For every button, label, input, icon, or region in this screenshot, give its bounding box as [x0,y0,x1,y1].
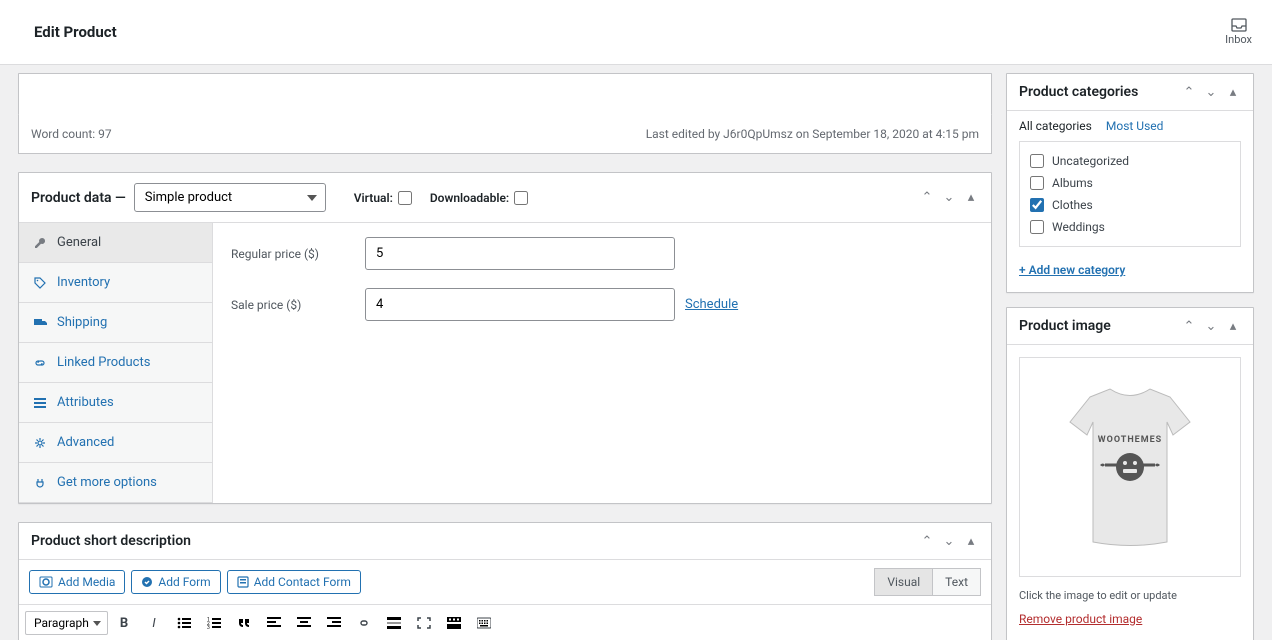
tshirt-icon: WOOTHEMES [1055,377,1205,557]
bullet-list-button[interactable] [170,609,198,637]
paragraph-select[interactable]: Paragraph [25,611,108,635]
quote-button[interactable] [230,609,258,637]
product-image-title: Product image [1019,318,1111,334]
short-description-panel: Product short description ⌃ ⌄ ▴ Add Medi… [18,522,992,640]
category-item-albums[interactable]: Albums [1030,172,1230,194]
panel-up-icon[interactable]: ⌃ [1181,84,1197,100]
link-button[interactable] [350,609,378,637]
text-tab[interactable]: Text [932,568,981,596]
page-title: Edit Product [34,23,117,41]
tab-shipping[interactable]: Shipping [19,303,212,343]
link-icon [33,356,47,370]
category-checkbox[interactable] [1030,176,1044,190]
fullscreen-button[interactable] [410,609,438,637]
product-data-title: Product data — [31,190,126,206]
inbox-button[interactable]: Inbox [1225,18,1252,46]
read-more-button[interactable] [380,609,408,637]
product-image[interactable]: WOOTHEMES [1019,357,1241,577]
regular-price-label: Regular price ($) [231,247,357,261]
contact-form-icon [237,576,249,588]
tab-attributes[interactable]: Attributes [19,383,212,423]
product-data-panel: Product data — Simple product Virtual: D… [18,172,992,504]
downloadable-checkbox[interactable] [514,191,528,205]
inbox-label: Inbox [1225,33,1252,46]
panel-up-icon[interactable]: ⌃ [919,533,935,549]
sale-price-input[interactable] [365,288,675,321]
panel-down-icon[interactable]: ⌄ [1203,84,1219,100]
all-categories-tab[interactable]: All categories [1019,119,1092,133]
schedule-link[interactable]: Schedule [685,297,738,312]
add-contact-form-button[interactable]: Add Contact Form [227,570,361,594]
product-type-select[interactable]: Simple product [134,183,326,212]
panel-toggle-icon[interactable]: ▴ [963,190,979,206]
top-bar: Edit Product Inbox [0,0,1272,65]
regular-price-input[interactable] [365,237,675,270]
short-desc-title: Product short description [31,533,191,549]
word-count: Word count: 97 [31,127,112,141]
tab-advanced[interactable]: Advanced [19,423,212,463]
panel-down-icon[interactable]: ⌄ [941,533,957,549]
tab-linked-products[interactable]: Linked Products [19,343,212,383]
virtual-checkbox[interactable] [398,191,412,205]
most-used-tab[interactable]: Most Used [1106,119,1164,133]
tab-get-more[interactable]: Get more options [19,463,212,503]
last-edited: Last edited by J6r0QpUmsz on September 1… [646,127,979,141]
virtual-checkbox-label[interactable]: Virtual: [354,191,412,205]
bold-button[interactable]: B [110,609,138,637]
svg-text:WOOTHEMES: WOOTHEMES [1098,435,1162,445]
panel-down-icon[interactable]: ⌄ [941,190,957,206]
panel-up-icon[interactable]: ⌃ [919,190,935,206]
category-item-weddings[interactable]: Weddings [1030,216,1230,238]
categories-title: Product categories [1019,84,1138,100]
align-center-button[interactable] [290,609,318,637]
word-count-bar: Word count: 97 Last edited by J6r0QpUmsz… [18,115,992,154]
media-icon [39,576,53,588]
add-form-button[interactable]: Add Form [131,570,220,594]
numbered-list-button[interactable]: 123 [200,609,228,637]
panel-up-icon[interactable]: ⌃ [1181,318,1197,334]
category-item-uncategorized[interactable]: Uncategorized [1030,150,1230,172]
tab-general[interactable]: General [19,223,212,263]
truck-icon [33,316,47,330]
svg-text:3: 3 [207,625,210,629]
keyboard-button[interactable] [470,609,498,637]
sale-price-label: Sale price ($) [231,298,357,312]
downloadable-checkbox-label[interactable]: Downloadable: [430,191,528,205]
gear-icon [33,436,47,450]
tab-inventory[interactable]: Inventory [19,263,212,303]
remove-image-link[interactable]: Remove product image [1019,612,1142,626]
add-new-category-link[interactable]: + Add new category [1019,263,1125,277]
product-categories-panel: Product categories ⌃ ⌄ ▴ All categories … [1006,73,1254,293]
panel-toggle-icon[interactable]: ▴ [1225,318,1241,334]
editor-toolbar: Paragraph B I 123 [19,605,991,640]
category-checkbox[interactable] [1030,220,1044,234]
product-image-panel: Product image ⌃ ⌄ ▴ WOOTHEMES [1006,307,1254,640]
plug-icon [33,476,47,490]
list-icon [33,396,47,410]
align-right-button[interactable] [320,609,348,637]
category-checkbox[interactable] [1030,198,1044,212]
add-media-button[interactable]: Add Media [29,570,125,594]
panel-toggle-icon[interactable]: ▴ [1225,84,1241,100]
panel-toggle-icon[interactable]: ▴ [963,533,979,549]
align-left-button[interactable] [260,609,288,637]
category-list: Uncategorized Albums Clothes Weddings [1019,141,1241,247]
toolbar-toggle-button[interactable] [440,609,468,637]
italic-button[interactable]: I [140,609,168,637]
image-help-text: Click the image to edit or update [1007,589,1253,612]
inbox-icon [1231,18,1247,32]
form-icon [141,576,153,588]
tag-icon [33,276,47,290]
wrench-icon [33,236,47,250]
category-item-clothes[interactable]: Clothes [1030,194,1230,216]
visual-tab[interactable]: Visual [874,568,932,596]
product-data-tabs: General Inventory Shipping Linked Produc… [19,223,213,503]
panel-down-icon[interactable]: ⌄ [1203,318,1219,334]
category-checkbox[interactable] [1030,154,1044,168]
